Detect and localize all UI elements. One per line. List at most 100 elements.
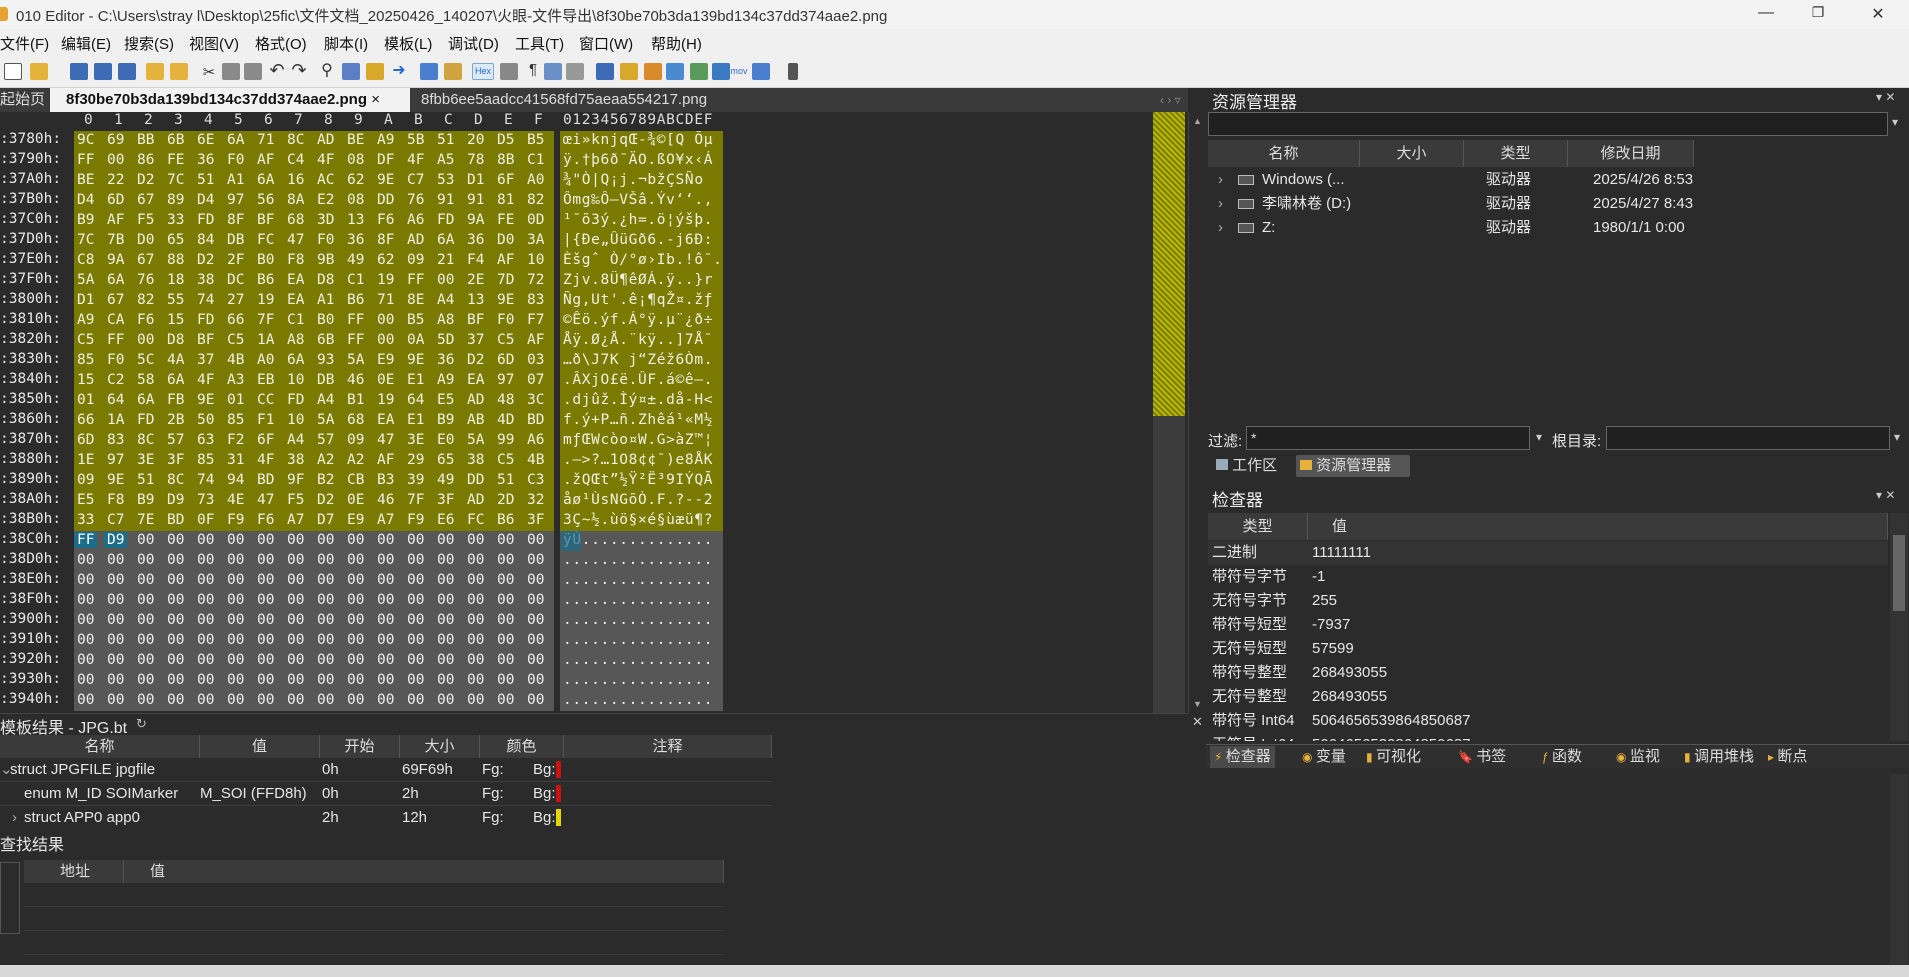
hex-byte[interactable]: A9 <box>437 372 454 388</box>
hex-bytes[interactable]: B9 AF F5 33 FD 8F BF 68 3D 13 F6 A6 FD 9A FE 0D <box>74 211 554 231</box>
inspector-row[interactable]: 带符号字节 -1 <box>1208 565 1888 589</box>
hex-byte[interactable]: 00 <box>167 532 184 548</box>
hex-byte[interactable]: 6A <box>107 272 124 288</box>
hex-byte[interactable]: F8 <box>107 492 124 508</box>
hex-byte[interactable]: A1 <box>227 172 244 188</box>
hex-byte[interactable]: F0 <box>227 152 244 168</box>
ascii-text[interactable]: ©Êö.ýf.Á°ÿ.µ¨¿ð÷ <box>560 311 723 331</box>
hex-byte[interactable]: 00 <box>287 652 304 668</box>
hex-byte[interactable]: A9 <box>377 132 394 148</box>
hex-byte[interactable]: 03 <box>527 352 544 368</box>
hex-byte[interactable]: 7B <box>107 232 124 248</box>
hex-byte[interactable]: D7 <box>317 512 334 528</box>
replace-icon[interactable] <box>342 63 360 80</box>
hex-byte[interactable]: 00 <box>347 572 364 588</box>
inspector-row[interactable]: 二进制 11111111 <box>1208 541 1888 565</box>
hex-byte[interactable]: 55 <box>167 292 184 308</box>
hex-byte[interactable]: 00 <box>257 652 274 668</box>
hex-byte[interactable]: A0 <box>527 172 544 188</box>
hex-byte[interactable]: 00 <box>437 532 454 548</box>
hex-bytes[interactable]: FF D9 00 00 00 00 00 00 00 00 00 00 00 00 00 00 <box>74 531 554 551</box>
hex-byte[interactable]: 99 <box>497 432 514 448</box>
ascii-row[interactable]: ................ <box>563 652 713 668</box>
ascii-text[interactable]: ................ <box>560 591 723 611</box>
hex-byte[interactable]: DD <box>377 192 394 208</box>
hex-byte[interactable]: 00 <box>197 592 214 608</box>
hex-byte[interactable]: 84 <box>197 232 214 248</box>
hex-byte[interactable]: 00 <box>257 572 274 588</box>
hex-byte[interactable]: 00 <box>137 652 154 668</box>
hex-byte[interactable]: B3 <box>377 472 394 488</box>
hex-byte[interactable]: 00 <box>527 652 544 668</box>
ascii-text[interactable]: Åÿ.Ø¿Å.¨kÿ..]7Å¯ <box>560 331 723 351</box>
root-input[interactable] <box>1606 426 1890 450</box>
hex-byte[interactable]: 0A <box>407 332 424 348</box>
minimize-button[interactable]: — <box>1756 4 1776 24</box>
hex-byte[interactable]: 68 <box>287 212 304 228</box>
hex-byte[interactable]: 3E <box>407 432 424 448</box>
hex-byte[interactable]: 00 <box>137 532 154 548</box>
hex-byte[interactable]: 08 <box>347 152 364 168</box>
hex-byte[interactable]: F0 <box>107 352 124 368</box>
hex-byte[interactable]: 00 <box>77 672 94 688</box>
hex-byte[interactable]: 00 <box>167 692 184 708</box>
hex-byte[interactable]: 07 <box>527 372 544 388</box>
hex-byte[interactable]: 27 <box>227 292 244 308</box>
hex-byte[interactable]: FD <box>137 412 154 428</box>
hex-byte[interactable]: AD <box>317 132 334 148</box>
hex-byte[interactable]: 62 <box>347 172 364 188</box>
hex-byte[interactable]: B6 <box>497 512 514 528</box>
hex-byte[interactable]: 6A <box>257 172 274 188</box>
run-template-icon[interactable] <box>444 63 462 80</box>
hex-byte[interactable]: 19 <box>257 292 274 308</box>
hex-byte[interactable]: 62 <box>377 252 394 268</box>
hex-byte[interactable]: 00 <box>107 152 124 168</box>
hex-byte[interactable]: 7C <box>77 232 94 248</box>
hex-byte[interactable]: 09 <box>407 252 424 268</box>
inspector-tab[interactable]: ƒ 函数 <box>1542 746 1582 768</box>
hex-byte[interactable]: 49 <box>347 252 364 268</box>
hex-byte[interactable]: 9E <box>197 392 214 408</box>
ascii-row[interactable]: .djûž.Ìý¤±.då-H< <box>563 392 713 408</box>
inspector-menu-icon[interactable]: ▾ ✕ <box>1876 488 1895 502</box>
hex-byte[interactable]: 00 <box>377 672 394 688</box>
hex-byte[interactable]: 0F <box>197 512 214 528</box>
tab-close-icon[interactable]: × <box>371 91 380 108</box>
hex-byte[interactable]: 4B <box>527 452 544 468</box>
menu-help[interactable]: 帮助(H) <box>651 33 702 54</box>
hex-byte[interactable]: 00 <box>227 652 244 668</box>
hex-byte[interactable]: C5 <box>497 452 514 468</box>
percent-icon[interactable] <box>690 63 708 80</box>
ascii-row[interactable]: ................ <box>563 632 713 648</box>
hex-byte[interactable]: 00 <box>107 652 124 668</box>
hex-bytes[interactable]: E5 F8 B9 D9 73 4E 47 F5 D2 0E 46 7F 3F AD 2D 32 <box>74 491 554 511</box>
hex-byte[interactable]: 6D <box>497 352 514 368</box>
hex-byte[interactable]: 47 <box>257 492 274 508</box>
hex-byte[interactable]: 00 <box>527 672 544 688</box>
hex-byte[interactable]: B2 <box>317 472 334 488</box>
hex-byte[interactable]: 6E <box>197 132 214 148</box>
hex-byte[interactable]: 57 <box>167 432 184 448</box>
hex-byte[interactable]: A7 <box>287 512 304 528</box>
ascii-text[interactable]: Ômg‰Ô—VŠâ.Ýv‘‘.‚ <box>560 191 723 211</box>
tab-workspace[interactable]: 工作区 <box>1212 455 1292 477</box>
menu-format[interactable]: 格式(O) <box>255 33 307 54</box>
root-dropdown-icon[interactable]: ▾ <box>1894 430 1900 444</box>
hex-byte[interactable]: D8 <box>167 332 184 348</box>
template-close-icon[interactable]: ✕ <box>1192 714 1203 730</box>
hex-byte[interactable]: 00 <box>377 332 394 348</box>
hex-byte[interactable]: 00 <box>227 592 244 608</box>
hex-byte[interactable]: 68 <box>347 412 364 428</box>
hex-byte[interactable]: 00 <box>467 612 484 628</box>
hex-byte[interactable]: 00 <box>497 692 514 708</box>
hex-byte[interactable]: 09 <box>77 472 94 488</box>
col-size[interactable]: 大小 <box>1360 140 1464 167</box>
hex-byte[interactable]: EA <box>287 272 304 288</box>
hex-byte[interactable]: D8 <box>317 272 334 288</box>
hex-byte[interactable]: 4E <box>227 492 244 508</box>
ascii-text[interactable]: ................ <box>560 671 723 691</box>
hex-byte[interactable]: 6A <box>227 132 244 148</box>
workspace-icon[interactable] <box>170 63 188 80</box>
hex-byte[interactable]: B5 <box>527 132 544 148</box>
ascii-row[interactable]: |{Ðe„ÛüGð6.-j6Ð: <box>563 232 713 248</box>
